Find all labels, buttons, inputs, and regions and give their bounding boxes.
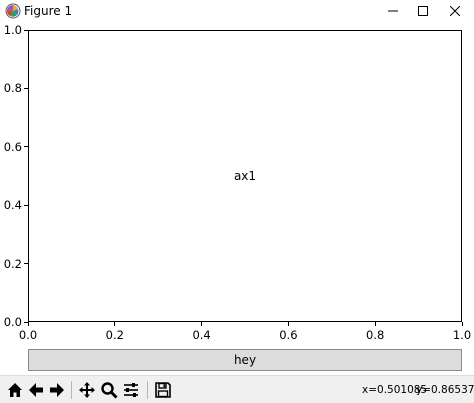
- y-tick-label: 1.0: [3, 23, 22, 37]
- x-tick-label: 1.0: [452, 328, 472, 342]
- x-tick-label: 0.0: [18, 328, 38, 342]
- hey-button-label: hey: [233, 353, 257, 367]
- x-tick-mark: [461, 322, 463, 326]
- x-tick-label: 0.4: [192, 328, 211, 342]
- x-tick-label: 0.8: [366, 328, 385, 342]
- y-tick-mark: [24, 146, 28, 148]
- x-tick-mark: [27, 322, 29, 326]
- toolbar-separator: [147, 381, 148, 399]
- zoom-icon: [101, 382, 118, 399]
- toolbar-separator: [71, 381, 72, 399]
- forward-icon: [50, 383, 64, 397]
- zoom-button[interactable]: [99, 380, 119, 400]
- y-tick-label: 0.4: [3, 198, 22, 213]
- x-tick-label: 0.6: [279, 328, 298, 342]
- close-icon: [450, 6, 460, 16]
- save-icon: [155, 382, 171, 398]
- forward-button[interactable]: [47, 380, 67, 400]
- y-tick-mark: [24, 29, 28, 31]
- close-button[interactable]: [440, 0, 470, 22]
- configure-subplots-button[interactable]: [121, 380, 141, 400]
- back-icon: [29, 383, 43, 397]
- y-tick-mark: [24, 263, 28, 265]
- y-tick-mark: [24, 204, 28, 206]
- matplotlib-logo-icon: [5, 3, 21, 19]
- figure-canvas[interactable]: ax1 0.0 0.2 0.4 0.6 0.8 1.0 0.0 0.2 0.4 0.6 0.8 1.…: [0, 22, 474, 375]
- back-button[interactable]: [26, 380, 46, 400]
- y-tick-mark: [24, 87, 28, 89]
- pan-icon: [79, 382, 95, 398]
- y-tick-label: 0.8: [3, 81, 22, 96]
- y-tick-label: 0.2: [3, 256, 22, 271]
- x-tick-mark: [114, 322, 116, 326]
- minimize-button[interactable]: [378, 0, 408, 22]
- save-button[interactable]: [153, 380, 173, 400]
- pan-button[interactable]: [77, 380, 97, 400]
- maximize-icon: [418, 6, 428, 16]
- navigation-toolbar: x=0.501085 y=0.865372: [0, 375, 474, 403]
- configure-subplots-icon: [124, 383, 138, 397]
- y-tick-label: 0.0: [3, 315, 22, 329]
- minimize-icon: [388, 10, 398, 12]
- x-tick-mark: [287, 322, 289, 326]
- axes-center-label: ax1: [233, 169, 257, 183]
- home-button[interactable]: [5, 380, 25, 400]
- home-icon: [8, 383, 22, 397]
- x-tick-mark: [201, 322, 203, 326]
- x-tick-mark: [374, 322, 376, 326]
- cursor-y-readout: y=0.865372: [416, 384, 474, 396]
- maximize-button[interactable]: [408, 0, 438, 22]
- title-bar: Figure 1: [0, 0, 474, 22]
- window-title: Figure 1: [24, 4, 73, 18]
- x-tick-label: 0.2: [105, 328, 124, 342]
- y-tick-label: 0.6: [3, 139, 22, 154]
- hey-button[interactable]: hey: [28, 349, 462, 371]
